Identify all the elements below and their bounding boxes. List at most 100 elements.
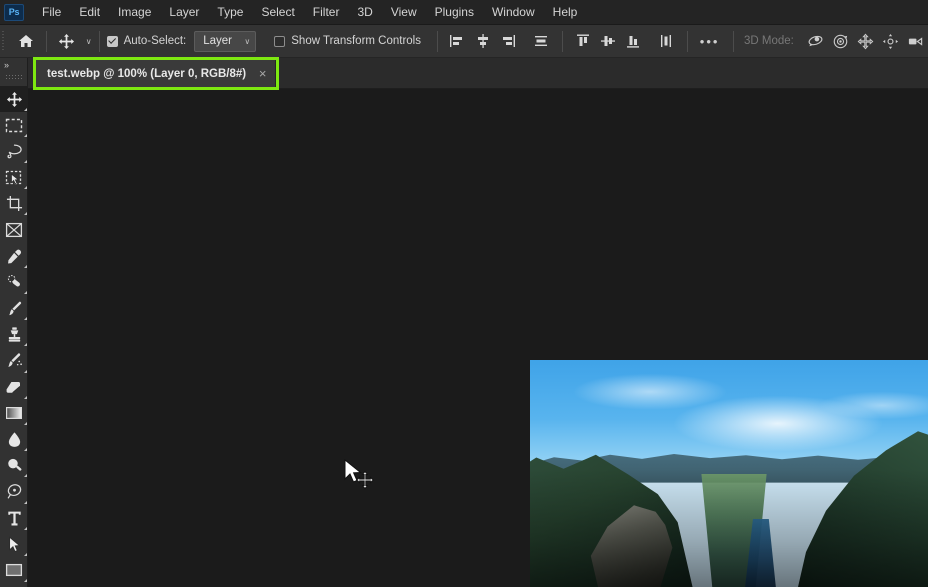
- tool-flyout-indicator-icon: [23, 552, 27, 556]
- tool-flyout-indicator-icon: [23, 448, 27, 452]
- tool-flyout-indicator-icon: [23, 579, 27, 583]
- tool-flyout-indicator-icon: [23, 160, 27, 164]
- align-horizontal-centers-button[interactable]: [470, 28, 495, 54]
- menu-item-filter[interactable]: Filter: [304, 3, 349, 22]
- align-bottom-edges-button[interactable]: [620, 28, 645, 54]
- home-button[interactable]: [14, 28, 39, 54]
- pan-3d-icon: [857, 33, 874, 49]
- auto-select-checkbox[interactable]: Auto-Select:: [106, 35, 187, 47]
- frame-tool-icon: [5, 222, 23, 238]
- horizontal-type-tool-icon: [7, 511, 21, 526]
- tool-rectangular-marquee-tool[interactable]: [0, 112, 28, 138]
- tool-clone-stamp-tool[interactable]: [0, 322, 28, 348]
- more-align-options-button[interactable]: •••: [695, 28, 724, 54]
- menu-item-help[interactable]: Help: [544, 3, 587, 22]
- home-icon: [19, 35, 34, 47]
- roll-3d-button[interactable]: [828, 28, 853, 54]
- document-tab-test-webp[interactable]: test.webp @ 100% (Layer 0, RGB/8#) ×: [36, 60, 277, 87]
- separator: [733, 30, 734, 52]
- tool-eyedropper-tool[interactable]: [0, 243, 28, 269]
- menu-item-layer[interactable]: Layer: [160, 3, 208, 22]
- tool-preset-caret-icon[interactable]: ∨: [86, 37, 92, 46]
- tool-blur-tool[interactable]: [0, 426, 28, 452]
- canvas-area[interactable]: [28, 89, 928, 587]
- tool-pen-tool[interactable]: [0, 479, 28, 505]
- photoshop-window: Ps File Edit Image Layer Type Select Fil…: [0, 0, 928, 587]
- zoom-camera-3d-icon: [908, 36, 923, 46]
- rectangular-marquee-tool-icon: [5, 118, 23, 132]
- align-top-edges-icon: [576, 34, 589, 46]
- photoshop-logo-icon: Ps: [4, 3, 24, 21]
- auto-select-target-dropdown[interactable]: Layer ∨: [194, 30, 257, 52]
- tool-flyout-indicator-icon: [23, 500, 27, 504]
- tool-flyout-indicator-icon: [23, 317, 27, 321]
- tool-brush-tool[interactable]: [0, 296, 28, 322]
- blur-tool-icon: [8, 432, 20, 447]
- tool-dodge-tool[interactable]: [0, 453, 28, 479]
- show-transform-controls-check-box-icon[interactable]: [274, 35, 286, 47]
- zoom-camera-3d-button[interactable]: [903, 28, 928, 54]
- separator: [45, 30, 47, 52]
- align-vertical-centers-icon: [600, 36, 615, 46]
- tool-flyout-indicator-icon: [23, 474, 27, 478]
- menu-item-plugins[interactable]: Plugins: [426, 3, 483, 22]
- menu-item-image[interactable]: Image: [109, 3, 160, 22]
- align-top-edges-button[interactable]: [570, 28, 595, 54]
- toolbar-grip[interactable]: [0, 71, 27, 82]
- document-tab-bar: test.webp @ 100% (Layer 0, RGB/8#) ×: [28, 58, 928, 89]
- tool-flyout-indicator-icon: [23, 395, 27, 399]
- menu-item-edit[interactable]: Edit: [70, 3, 109, 22]
- align-left-edges-button[interactable]: [445, 28, 470, 54]
- menu-item-window[interactable]: Window: [483, 3, 544, 22]
- tool-flyout-indicator-icon: [23, 343, 27, 347]
- distribute-horizontal-icon: [534, 36, 547, 46]
- more-options-icon: •••: [699, 33, 720, 49]
- distribute-horizontal-button[interactable]: [528, 28, 553, 54]
- menu-item-file[interactable]: File: [33, 3, 70, 22]
- pen-tool-icon: [7, 484, 21, 500]
- expand-toolbar-button[interactable]: »: [0, 58, 27, 71]
- tool-move-tool[interactable]: [0, 86, 28, 113]
- tool-horizontal-type-tool[interactable]: [0, 505, 28, 531]
- align-vertical-centers-button[interactable]: [595, 28, 620, 54]
- auto-select-check-box-icon[interactable]: [106, 35, 118, 47]
- menu-item-3d[interactable]: 3D: [348, 3, 381, 22]
- image-shading-overlay: [530, 360, 928, 587]
- menu-item-select[interactable]: Select: [252, 3, 303, 22]
- menu-item-view[interactable]: View: [382, 3, 426, 22]
- tool-lasso-tool[interactable]: [0, 138, 28, 164]
- show-transform-controls-label: Show Transform Controls: [291, 35, 421, 47]
- path-selection-tool-icon: [9, 536, 21, 552]
- align-bottom-edges-icon: [626, 36, 639, 48]
- tool-flyout-indicator-icon: [23, 369, 27, 373]
- align-left-edges-icon: [450, 35, 463, 47]
- lasso-tool-icon: [6, 144, 22, 159]
- tool-crop-tool[interactable]: [0, 191, 28, 217]
- orbit-3d-button[interactable]: [803, 28, 828, 54]
- show-transform-controls-checkbox[interactable]: Show Transform Controls: [274, 35, 421, 47]
- auto-select-label: Auto-Select:: [123, 35, 187, 47]
- tool-gradient-tool[interactable]: [0, 400, 28, 426]
- active-tool-button[interactable]: [54, 28, 79, 54]
- close-icon[interactable]: ×: [256, 67, 269, 80]
- menu-item-type[interactable]: Type: [208, 3, 252, 22]
- tool-frame-tool[interactable]: [0, 217, 28, 243]
- tool-path-selection-tool[interactable]: [0, 531, 28, 557]
- options-bar-grip[interactable]: [0, 25, 7, 58]
- tool-rectangle-tool[interactable]: [0, 557, 28, 583]
- menu-bar: Ps File Edit Image Layer Type Select Fil…: [0, 0, 928, 25]
- distribute-vertical-button[interactable]: [653, 28, 678, 54]
- align-right-edges-button[interactable]: [495, 28, 520, 54]
- tool-eraser-tool[interactable]: [0, 374, 28, 400]
- tools-panel: »: [0, 58, 28, 587]
- tool-spot-healing-brush-tool[interactable]: [0, 269, 28, 295]
- rectangle-tool-icon: [5, 564, 23, 577]
- slide-3d-button[interactable]: [878, 28, 903, 54]
- tool-flyout-indicator-icon: [23, 264, 27, 268]
- move-tool-icon: [6, 91, 22, 107]
- tool-object-selection-tool[interactable]: [0, 165, 28, 191]
- tool-history-brush-tool[interactable]: [0, 348, 28, 374]
- document-image-test-webp[interactable]: [530, 360, 928, 587]
- pan-3d-button[interactable]: [853, 28, 878, 54]
- separator: [437, 30, 438, 52]
